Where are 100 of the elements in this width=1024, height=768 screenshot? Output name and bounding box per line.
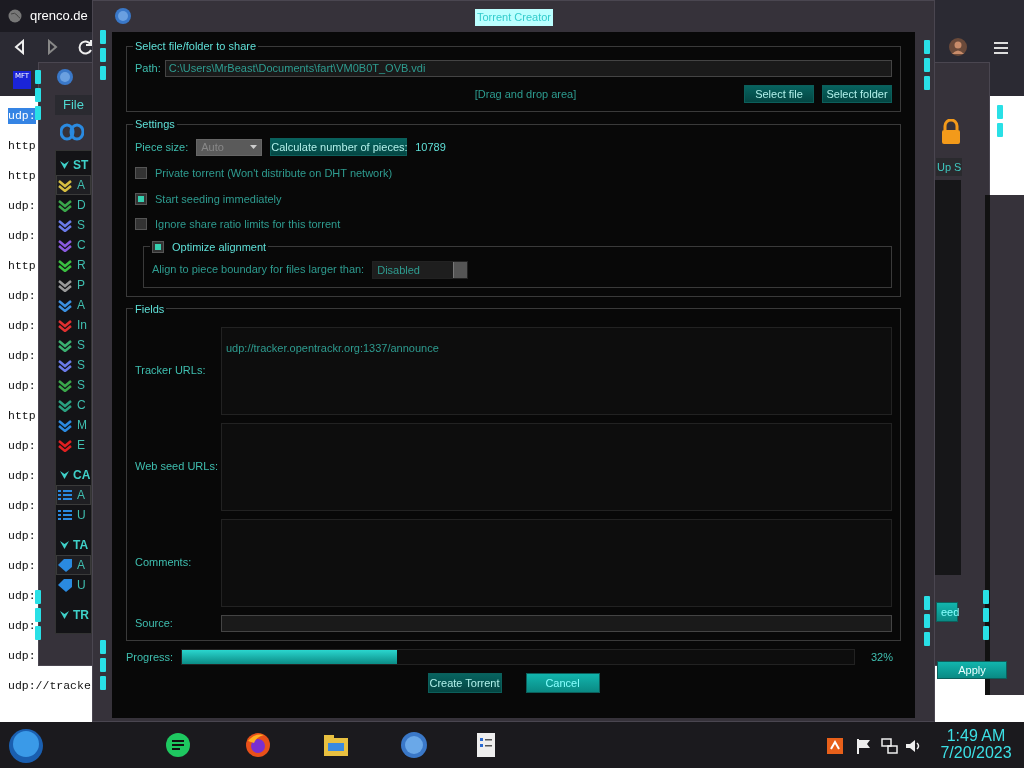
alignment-checkbox[interactable]: Optimize alignment (152, 240, 267, 253)
progress-label: Progress: (126, 649, 174, 665)
progress-reading: 32% (870, 649, 893, 665)
piece-count: 10789 (415, 139, 446, 155)
status-icon (57, 358, 73, 372)
start-button[interactable] (8, 728, 44, 764)
filter-item[interactable]: U (56, 505, 91, 525)
field-label: Web seed URLs: (135, 459, 219, 475)
status-icon (57, 258, 73, 272)
collapse-icon[interactable] (60, 471, 69, 479)
text-line: udp: (8, 588, 36, 604)
text-line: udp: (8, 288, 36, 304)
filter-item[interactable]: In (56, 315, 91, 335)
source-field[interactable] (221, 614, 892, 632)
indicator-light (35, 626, 41, 640)
app-logo-icon (57, 69, 73, 85)
app-logo-icon (115, 8, 131, 24)
option-checkbox[interactable]: Start seeding immediately (135, 190, 892, 207)
filter-item[interactable]: D (56, 195, 91, 215)
collapse-icon[interactable] (60, 541, 69, 549)
browser-icon[interactable] (244, 731, 272, 759)
drop-area[interactable]: [Drag and drop area] (135, 85, 736, 103)
filter-item[interactable]: E (56, 435, 91, 455)
torrent-app-icon[interactable] (400, 731, 428, 759)
indicator-light (924, 632, 930, 646)
filter-item[interactable]: A (56, 555, 91, 575)
text-line: udp: (8, 468, 36, 484)
filter-item[interactable]: R (56, 255, 91, 275)
indicator-light (924, 76, 930, 90)
indicator-light (997, 123, 1003, 137)
indicator-light (100, 48, 106, 62)
link-icon[interactable] (60, 122, 84, 142)
filter-item[interactable]: C (56, 235, 91, 255)
clock[interactable]: 1:49 AM 7/20/2023 (928, 727, 1024, 767)
collapse-icon[interactable] (60, 611, 69, 619)
menu-item[interactable]: File (55, 95, 95, 115)
network-icon[interactable] (880, 737, 898, 755)
field-label: Tracker URLs: (135, 363, 207, 379)
filter-item[interactable]: A (56, 485, 91, 505)
window-title: Torrent Creator (475, 9, 553, 26)
text-line: udp: (8, 498, 36, 514)
indicator-light (100, 676, 106, 690)
select-folder-button[interactable]: Select folder (822, 85, 892, 103)
text-line: udp: (8, 198, 36, 214)
lock-icon[interactable] (940, 119, 962, 145)
menu-icon[interactable] (994, 42, 1008, 54)
text-line: http (8, 258, 36, 274)
option-checkbox[interactable]: Private torrent (Won't distribute on DHT network) (135, 165, 892, 182)
text-line: udp: (8, 318, 36, 334)
indicator-light (100, 640, 106, 654)
web-seed-urls-field[interactable] (221, 422, 892, 511)
tracker-urls-field[interactable]: udp://tracker.opentrackr.org:1337/announce (221, 326, 892, 415)
filter-item[interactable]: S (56, 375, 91, 395)
filter-item[interactable]: C (56, 395, 91, 415)
group-title: Select file/folder to share (134, 40, 258, 52)
text-line: udp://tracke (8, 678, 91, 694)
flag-icon[interactable] (855, 737, 873, 755)
collapse-icon[interactable] (60, 161, 69, 169)
status-icon (57, 398, 73, 412)
status-icon (57, 318, 73, 332)
field-label: Align to piece boundary for files larger than: (152, 262, 365, 278)
field-label: Path: (135, 61, 161, 77)
field-label: Source: (135, 615, 174, 631)
avatar-icon[interactable] (949, 38, 967, 56)
text-line: http (8, 168, 36, 184)
filter-item[interactable]: S (56, 215, 91, 235)
filter-item[interactable]: S (56, 355, 91, 375)
indicator-light (100, 30, 106, 44)
group-title: Settings (134, 118, 176, 130)
filter-item[interactable]: P (56, 275, 91, 295)
volume-icon[interactable] (904, 737, 922, 755)
reload-icon[interactable] (78, 39, 94, 55)
status-icon (57, 338, 73, 352)
filter-item[interactable]: U (56, 575, 91, 595)
comments-field[interactable] (221, 518, 892, 607)
column-header[interactable]: Up S (936, 158, 962, 176)
app-tray-icon[interactable] (826, 737, 844, 755)
list-icon (57, 488, 73, 502)
filter-item[interactable]: A (56, 295, 91, 315)
select-file-button[interactable]: Select file (744, 85, 814, 103)
section-heading: TR (73, 607, 89, 624)
indicator-light (35, 88, 41, 102)
text-line: udp: (8, 618, 36, 634)
indicator-light (924, 40, 930, 54)
path-field[interactable]: C:\Users\MrBeast\Documents\fart\VM0B0T_OVB.vdi (164, 60, 892, 77)
filter-item[interactable]: S (56, 335, 91, 355)
status-icon (57, 218, 73, 232)
boundary-spinbox[interactable]: Disabled (372, 260, 469, 279)
section-heading: TA (73, 537, 89, 554)
status-icon (57, 238, 73, 252)
calculate-button[interactable]: Calculate number of pieces: (270, 138, 408, 156)
option-checkbox[interactable]: Ignore share ratio limits for this torrent (135, 216, 892, 233)
text-line: udp: (8, 558, 36, 574)
section-heading: CA (73, 467, 91, 484)
filter-item[interactable]: M (56, 415, 91, 435)
text-line: udp: (8, 348, 36, 364)
filter-item[interactable]: A (56, 175, 91, 195)
globe-icon (8, 9, 22, 23)
indicator-light (35, 590, 41, 604)
status-icon (57, 438, 73, 452)
